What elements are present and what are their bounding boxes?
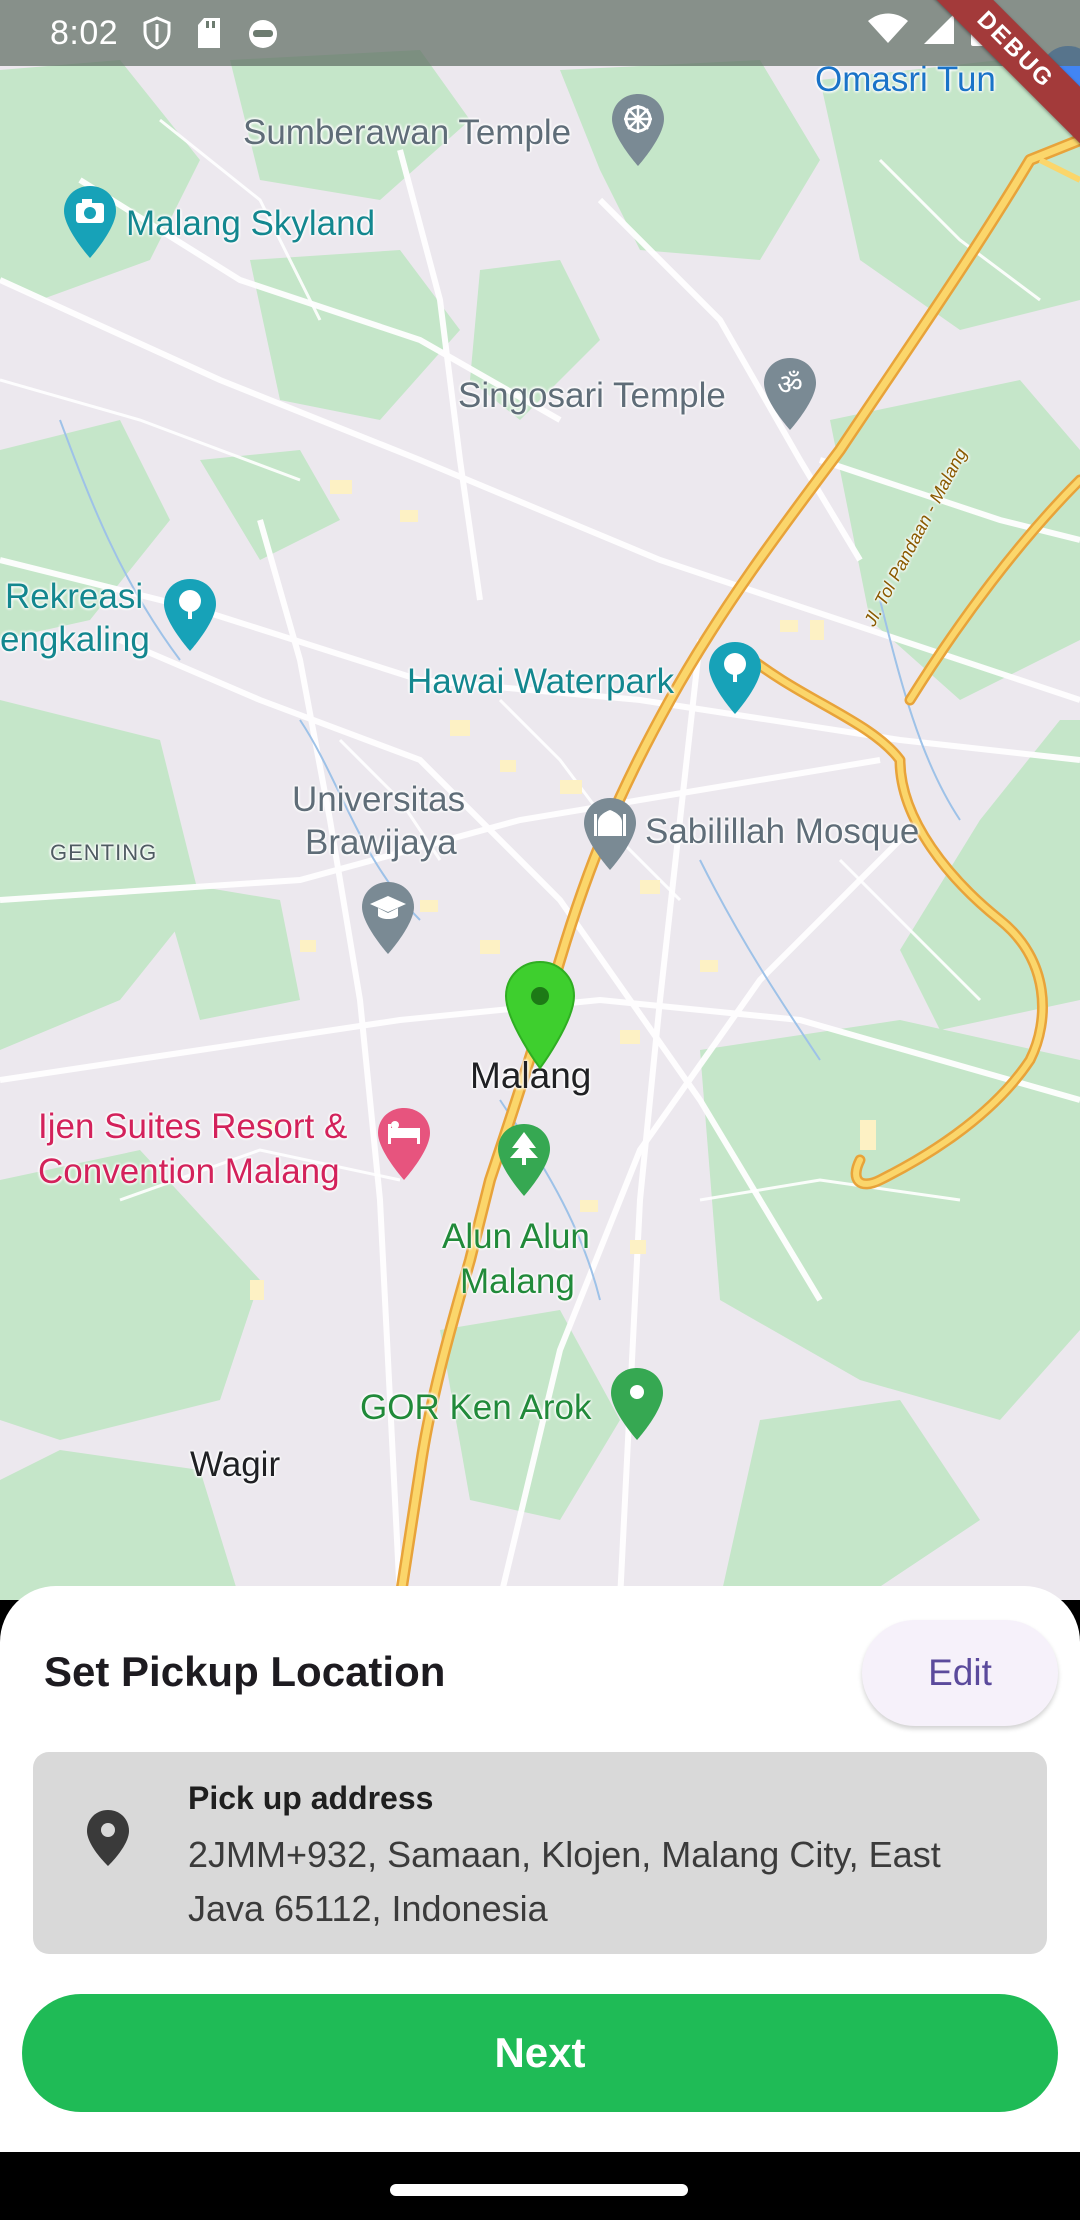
- status-time: 8:02: [50, 13, 119, 52]
- map-label-mosque: Sabilillah Mosque: [645, 812, 920, 851]
- om-temple-pin-icon[interactable]: ॐ: [762, 356, 818, 432]
- mosque-pin-icon[interactable]: [582, 796, 638, 872]
- university-pin-icon[interactable]: [360, 880, 416, 956]
- temple-pin-icon[interactable]: [610, 92, 666, 168]
- map-label-alun-1: Alun Alun: [442, 1217, 590, 1256]
- sd-card-icon: [196, 17, 222, 49]
- selected-location-pin-icon[interactable]: [504, 960, 576, 1072]
- map-label-alun-2: Malang: [460, 1262, 575, 1301]
- map-label-singosari: Singosari Temple: [458, 376, 726, 415]
- cellular-icon: [922, 12, 956, 51]
- map-view[interactable]: Omasri Tun Sumberawan Temple Malang Skyl…: [0, 0, 1080, 1600]
- camera-pin-icon[interactable]: [62, 184, 118, 260]
- pickup-bottom-sheet: Set Pickup Location Edit Pick up address…: [0, 1586, 1080, 2152]
- svg-text:ॐ: ॐ: [777, 368, 803, 401]
- wifi-icon: [868, 13, 908, 50]
- hotel-pin-icon[interactable]: [376, 1106, 432, 1182]
- map-label-hawai: Hawai Waterpark: [407, 662, 675, 701]
- map-label-univ-1: Universitas: [292, 780, 466, 819]
- park-pin-icon[interactable]: [162, 577, 218, 653]
- map-label-omasri: Omasri Tun: [815, 60, 996, 99]
- waterpark-pin-icon[interactable]: [707, 640, 763, 716]
- location-pin-icon: [85, 1808, 131, 1873]
- map-label-genting: GENTING: [50, 840, 158, 865]
- map-label-rekreasi-2: engkaling: [0, 620, 150, 659]
- cat-face-icon: [246, 17, 280, 49]
- map-label-gor: GOR Ken Arok: [360, 1388, 592, 1427]
- next-button[interactable]: Next: [22, 1994, 1058, 2112]
- sheet-title: Set Pickup Location: [44, 1648, 446, 1695]
- pickup-address-card[interactable]: Pick up address 2JMM+932, Samaan, Klojen…: [33, 1752, 1047, 1954]
- map-label-ijen-2: Convention Malang: [38, 1152, 340, 1191]
- map-label-skyland: Malang Skyland: [126, 204, 376, 243]
- address-value: 2JMM+932, Samaan, Klojen, Malang City, E…: [188, 1834, 941, 1929]
- edit-button[interactable]: Edit: [862, 1620, 1058, 1726]
- map-label-sumberawan: Sumberawan Temple: [243, 113, 572, 152]
- navigation-bar: [0, 2152, 1080, 2220]
- map-label-wagir: Wagir: [190, 1445, 281, 1484]
- map-label-rekreasi-1: Rekreasi: [5, 577, 144, 616]
- stadium-pin-icon[interactable]: [609, 1366, 665, 1442]
- address-label: Pick up address: [188, 1780, 434, 1816]
- status-bar: 8:02: [0, 0, 1080, 66]
- park-tree-pin-icon[interactable]: [496, 1122, 552, 1198]
- shield-icon: [142, 16, 172, 50]
- map-label-univ-2: Brawijaya: [305, 823, 457, 862]
- home-indicator[interactable]: [390, 2184, 688, 2196]
- map-label-ijen-1: Ijen Suites Resort &: [38, 1107, 348, 1146]
